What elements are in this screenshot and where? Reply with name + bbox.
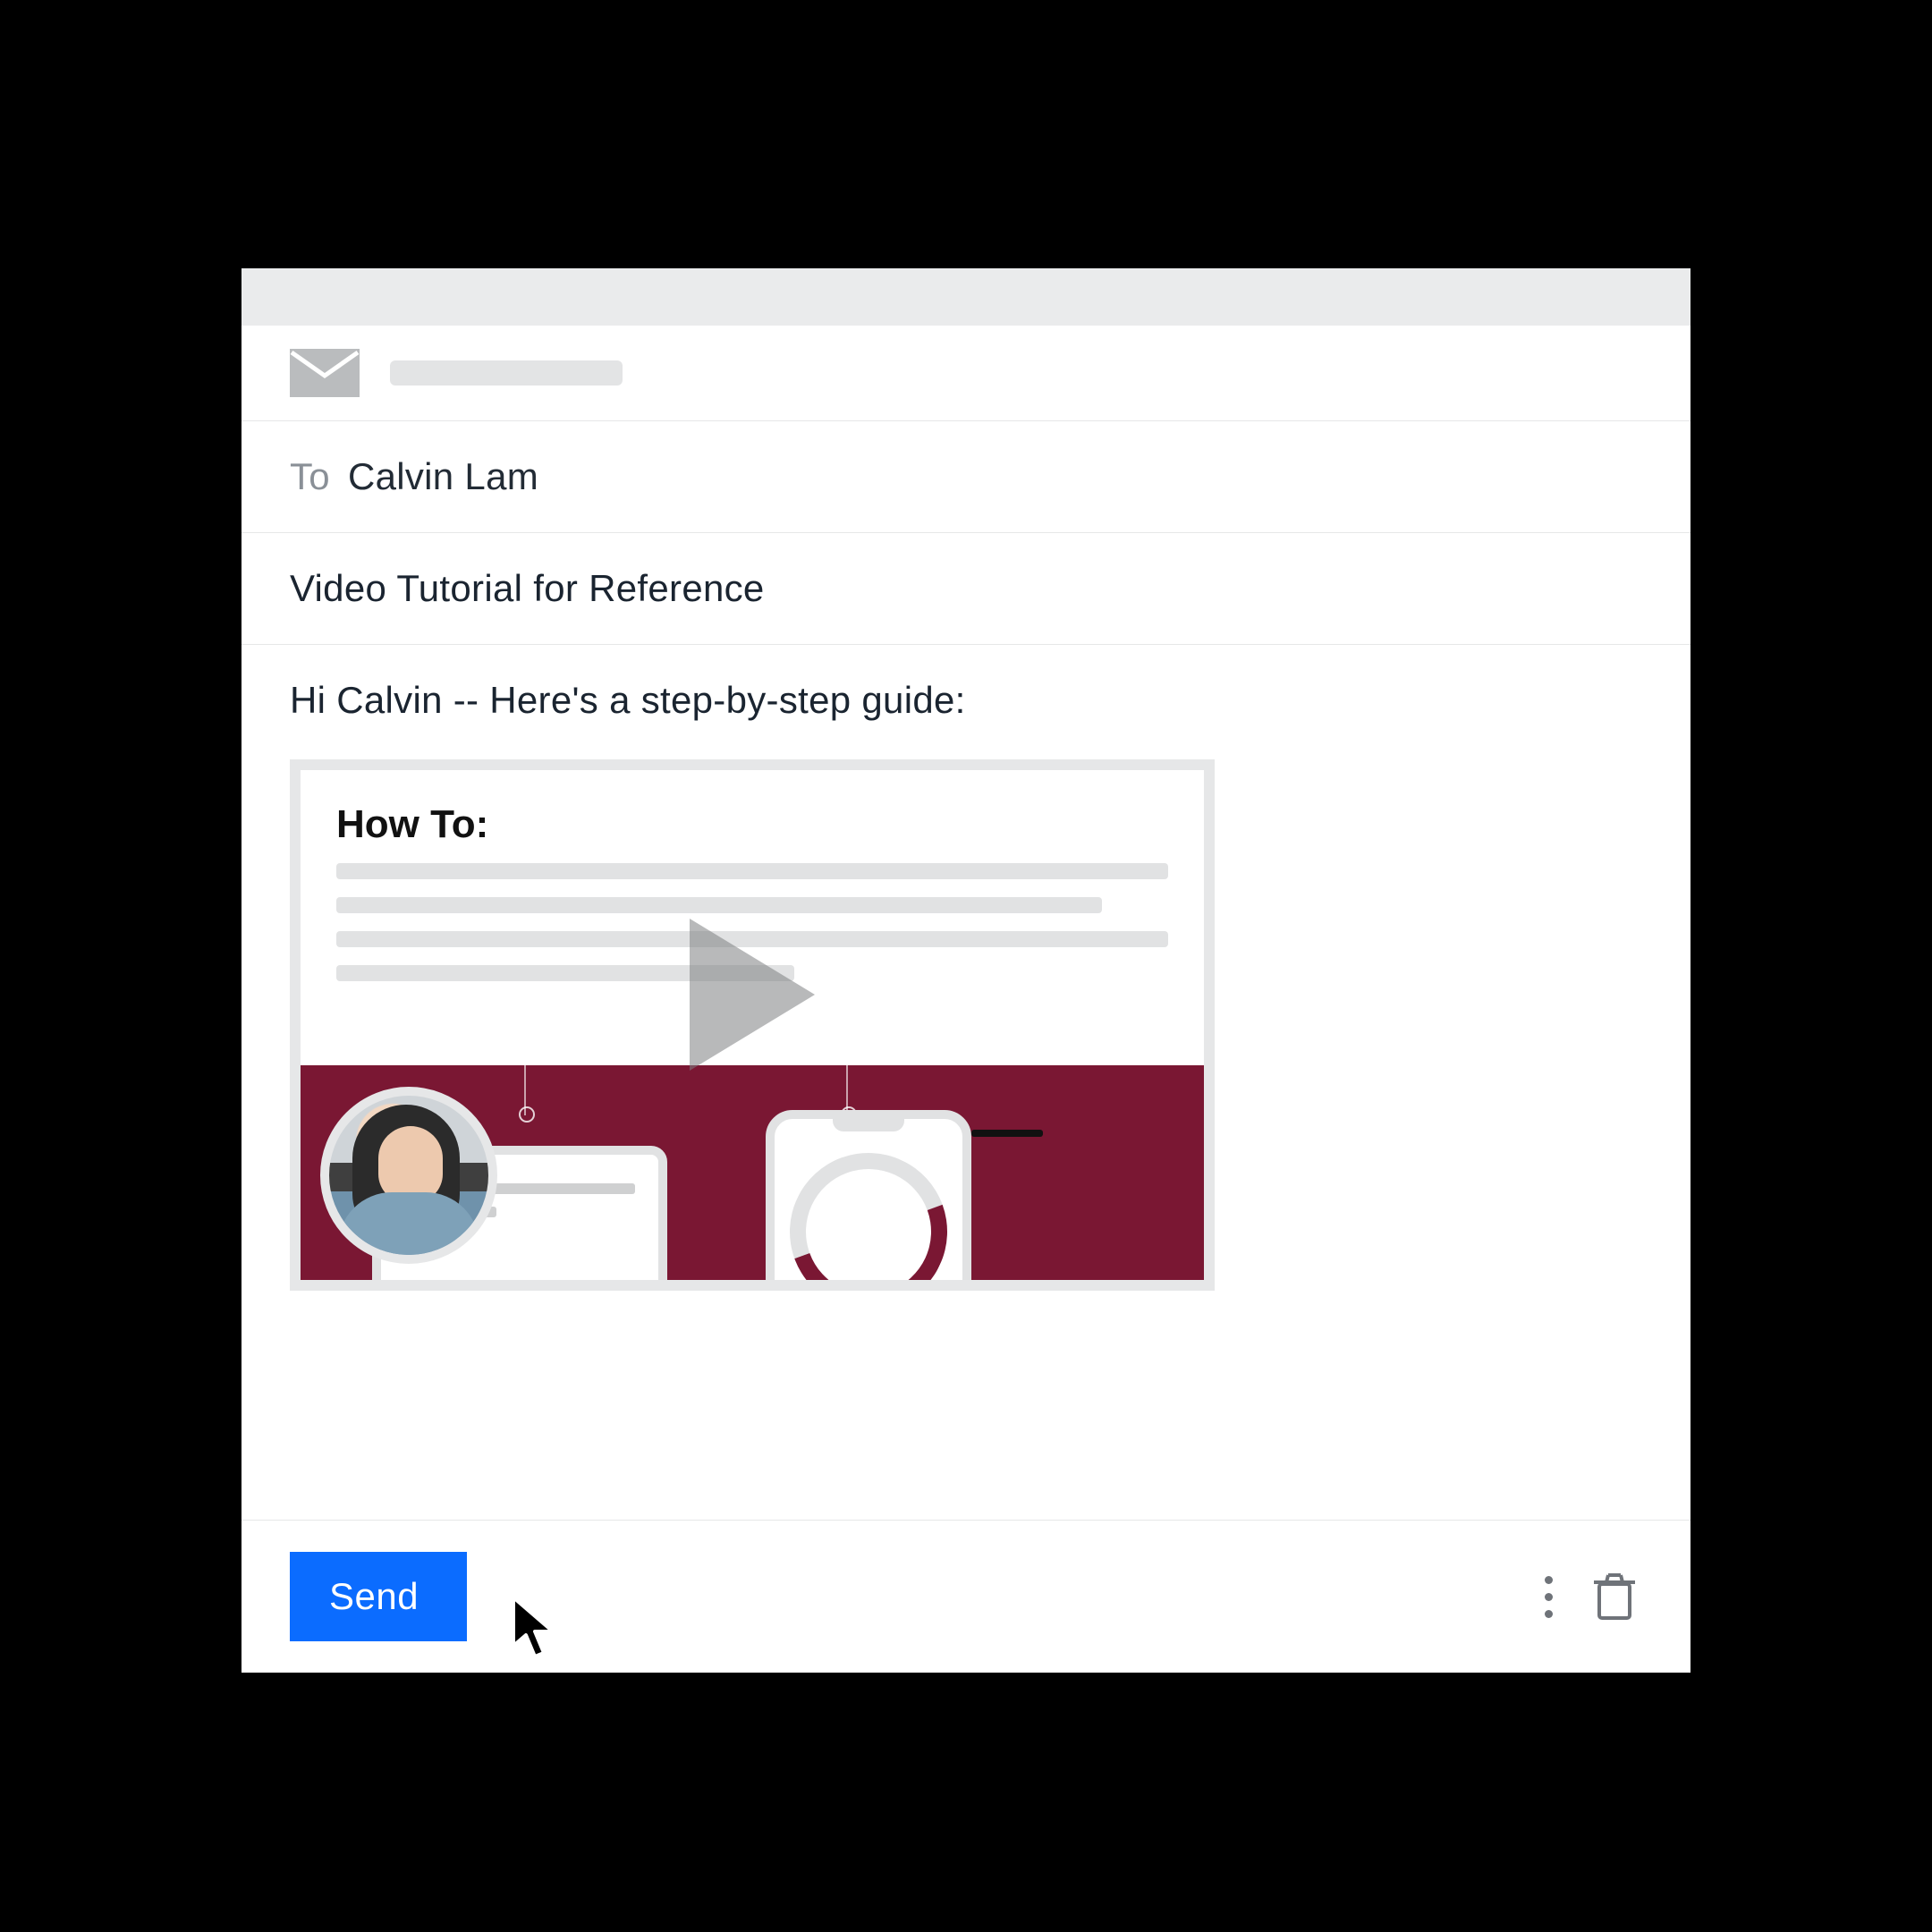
play-icon[interactable] (690, 919, 815, 1071)
compose-footer: Send (242, 1520, 1690, 1673)
trash-icon (1592, 1572, 1637, 1622)
recipient-chip[interactable]: Calvin Lam (348, 455, 538, 497)
compose-window: To Calvin Lam Video Tutorial for Referen… (242, 268, 1690, 1673)
video-title: How To: (301, 770, 1204, 863)
connector-line (846, 1065, 848, 1115)
envelope-icon (290, 349, 360, 397)
device-mock-phone (766, 1110, 971, 1291)
video-attachment-card[interactable]: How To: (290, 759, 1215, 1291)
to-field[interactable]: To Calvin Lam (242, 421, 1690, 533)
more-options-button[interactable] (1536, 1567, 1562, 1627)
more-vertical-icon (1545, 1576, 1553, 1584)
connector-line (524, 1065, 526, 1115)
discard-button[interactable] (1592, 1572, 1637, 1622)
subject-field[interactable]: Video Tutorial for Reference (242, 533, 1690, 645)
presenter-avatar (320, 1087, 497, 1264)
window-titlebar[interactable] (242, 268, 1690, 326)
sender-row (242, 326, 1690, 421)
to-label: To (290, 455, 330, 497)
device-indicator (971, 1130, 1043, 1137)
sender-placeholder (390, 360, 623, 386)
body-text: Hi Calvin -- Here's a step-by-step guide… (290, 679, 1642, 722)
body-section[interactable]: Hi Calvin -- Here's a step-by-step guide… (242, 645, 1690, 1291)
send-button[interactable]: Send (290, 1552, 467, 1641)
subject-text: Video Tutorial for Reference (290, 567, 765, 609)
